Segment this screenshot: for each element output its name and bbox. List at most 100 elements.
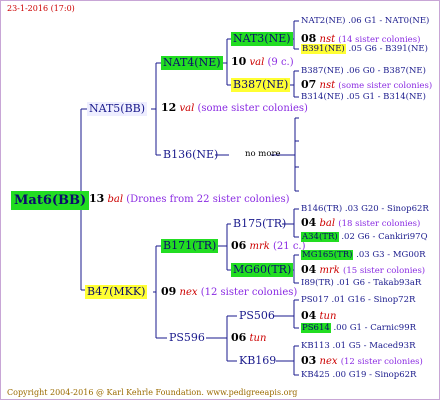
- leaf-mid: .03: [344, 204, 359, 214]
- b387-sisters: (some sister colonies): [338, 81, 433, 91]
- leaf-name: I89(TR): [301, 278, 334, 288]
- b175-sisters: (18 sister colonies): [338, 219, 421, 229]
- leaf-right: - MG00R: [387, 250, 426, 260]
- leaf-right: - Sinop72R: [368, 295, 416, 305]
- date-stamp: 23-1-2016 (17:0): [7, 4, 75, 13]
- leaf-right: - B391(NE): [379, 44, 428, 54]
- mg60-info: 04 mrk (15 sister colonies): [301, 264, 425, 277]
- leaf-right: - NAT0(NE): [379, 16, 430, 26]
- leaf-mid: .03: [356, 250, 370, 260]
- leaf-row[interactable]: B146(TR) .03 G20 - Sinop62R: [301, 204, 429, 215]
- leaf-name: B146(TR): [301, 204, 343, 214]
- node-nat3[interactable]: NAT3(NE): [231, 32, 293, 46]
- leaf-code: G1: [364, 16, 377, 26]
- leaf-row[interactable]: KB113 .01 G5 - Maced93R: [301, 341, 415, 352]
- leaf-row[interactable]: NAT2(NE) .06 G1 - NAT0(NE): [301, 16, 429, 27]
- node-nat5[interactable]: NAT5(BB): [87, 102, 148, 116]
- leaf-name: B314(NE): [301, 92, 344, 102]
- leaf-code: G6: [352, 278, 366, 288]
- leaf-code: G1: [349, 323, 362, 333]
- nat5-sisters: (some sister colonies): [197, 103, 308, 114]
- leaf-name: A34(TR): [301, 232, 339, 242]
- node-b171[interactable]: B171(TR): [161, 239, 219, 253]
- leaf-code: G16: [347, 295, 366, 305]
- node-ps506[interactable]: PS506: [237, 309, 277, 323]
- drone-relation: bal: [107, 194, 124, 205]
- nat5-relation: val: [179, 103, 195, 114]
- b171-relation: mrk: [249, 241, 270, 252]
- leaf-row[interactable]: I89(TR) .01 G6 - Takab93aR: [301, 278, 421, 289]
- b47-sisters: (12 sister colonies): [200, 287, 298, 298]
- ps506-info: 04 tun: [301, 310, 336, 323]
- ps596-gen-number: 06: [231, 331, 247, 344]
- root-node[interactable]: Mat6(BB): [11, 191, 90, 210]
- leaf-code: G3: [372, 250, 385, 260]
- leaf-right: - Carnic99R: [364, 323, 417, 333]
- leaf-row[interactable]: B314(NE) .05 G1 - B314(NE): [301, 92, 426, 103]
- node-ps596[interactable]: PS596: [167, 331, 207, 345]
- leaf-mid: .05: [348, 44, 362, 54]
- node-b175[interactable]: B175(TR): [231, 217, 288, 231]
- leaf-name: B387(NE): [301, 66, 344, 76]
- ps596-info: 06 tun: [231, 332, 266, 345]
- leaf-mid: .06: [346, 66, 360, 76]
- leaf-mid: .01: [332, 341, 347, 351]
- leaf-row[interactable]: B387(NE) .06 G0 - B387(NE): [301, 66, 426, 77]
- pedigree-frame: 23-1-2016 (17:0) Mat6(BB) 13 bal (Drones…: [0, 0, 440, 400]
- node-b387[interactable]: B387(NE): [231, 78, 291, 92]
- ps506-relation: tun: [319, 311, 337, 322]
- mg60-gen-number: 04: [301, 263, 317, 276]
- leaf-code: G6: [364, 44, 377, 54]
- kb169-info: 03 nex (12 sister colonies): [301, 355, 423, 368]
- kb169-gen-number: 03: [301, 354, 317, 367]
- leaf-right: - Maced93R: [363, 341, 416, 351]
- leaf-row[interactable]: PS614 .00 G1 - Carnic99R: [301, 323, 416, 334]
- node-kb169[interactable]: KB169: [237, 354, 278, 368]
- nat4-info: 10 val (9 c.): [231, 56, 294, 69]
- b47-info: 09 nex (12 sister colonies): [161, 286, 297, 299]
- leaf-right: - Cankiri97Q: [372, 232, 428, 242]
- ps596-relation: tun: [249, 333, 267, 344]
- footer-copyright: Copyright 2004-2016 @ Karl Kehrle Founda…: [7, 387, 297, 399]
- leaf-code: G6: [357, 232, 370, 242]
- drone-origin-info: 13 bal (Drones from 22 sister colonies): [89, 193, 290, 206]
- nat5-info: 12 val (some sister colonies): [161, 102, 308, 115]
- b387-gen-number: 07: [301, 78, 317, 91]
- leaf-mid: .05: [346, 92, 360, 102]
- leaf-mid: .00: [333, 323, 348, 333]
- node-mg60[interactable]: MG60(TR): [231, 263, 294, 277]
- leaf-mid: .01: [331, 295, 346, 305]
- leaf-code: G0: [362, 66, 375, 76]
- no-more-label: no more: [245, 149, 281, 159]
- node-nat4[interactable]: NAT4(NE): [161, 56, 223, 70]
- b171-gen-number: 06: [231, 239, 247, 252]
- mg60-relation: mrk: [319, 265, 340, 276]
- leaf-row[interactable]: PS017 .01 G16 - Sinop72R: [301, 295, 415, 306]
- leaf-row[interactable]: A34(TR) .02 G6 - Cankiri97Q: [301, 232, 428, 243]
- leaf-name: KB425: [301, 370, 330, 380]
- leaf-code: G1: [362, 92, 375, 102]
- site-link[interactable]: www.pedigreeapis.org: [206, 388, 297, 397]
- leaf-mid: .00: [332, 370, 347, 380]
- leaf-row[interactable]: MG165(TR) .03 G3 - MG00R: [301, 250, 426, 261]
- leaf-mid: .02: [341, 232, 355, 242]
- leaf-mid: .01: [336, 278, 351, 288]
- nat5-gen-number: 12: [161, 101, 177, 114]
- leaf-right: - Sinop62R: [369, 370, 417, 380]
- leaf-name: NAT2(NE): [301, 16, 346, 26]
- leaf-row[interactable]: KB425 .00 G19 - Sinop62R: [301, 370, 416, 381]
- nat4-relation: val: [249, 57, 265, 68]
- leaf-mid: .06: [348, 16, 362, 26]
- leaf-right: - Sinop62R: [381, 204, 429, 214]
- drone-gen-number: 13: [89, 192, 105, 205]
- node-b47[interactable]: B47(MKK): [85, 285, 148, 299]
- leaf-name: MG165(TR): [301, 250, 354, 260]
- leaf-code: G19: [348, 370, 367, 380]
- b47-gen-number: 09: [161, 285, 177, 298]
- leaf-row[interactable]: B391(NE) .05 G6 - B391(NE): [301, 44, 428, 55]
- mg60-sisters: (15 sister colonies): [343, 266, 426, 276]
- leaf-code: G20: [361, 204, 379, 214]
- leaf-code: G5: [348, 341, 361, 351]
- b47-relation: nex: [179, 287, 198, 298]
- node-b136[interactable]: B136(NE): [161, 148, 220, 162]
